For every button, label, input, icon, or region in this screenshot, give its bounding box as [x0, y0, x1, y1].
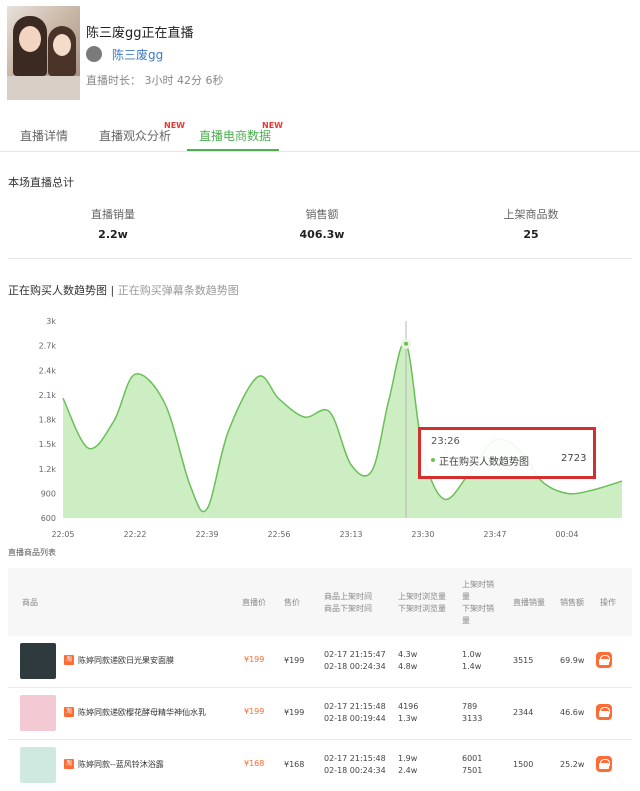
- revenue: 46.6w: [560, 708, 585, 717]
- y-tick-label: 900: [41, 489, 56, 498]
- th-price: 售价: [284, 598, 300, 607]
- avatar[interactable]: [86, 46, 102, 62]
- y-tick-label: 2.4k: [39, 366, 57, 375]
- tab-ecommerce-data[interactable]: 直播电商数据: [199, 127, 271, 144]
- stream-duration: 直播时长： 3小时 42分 6秒: [86, 74, 224, 87]
- stat-label-sales: 直播销量: [91, 208, 135, 221]
- shelf-times: 02-17 21:15:48 02-18 00:19:44: [324, 702, 386, 723]
- x-tick-label: 23:47: [483, 530, 506, 539]
- product-name[interactable]: 陈婷同款--蓝风铃沐浴露: [78, 759, 164, 770]
- y-tick-label: 3k: [46, 317, 56, 326]
- product-table: 商品 直播价 售价 商品上架时间 商品下架时间 上架时浏览量 下架时浏览量 上架…: [8, 568, 632, 791]
- y-tick-label: 1.8k: [39, 416, 57, 425]
- divider: [8, 258, 632, 259]
- y-tick-label: 2.7k: [39, 342, 57, 351]
- summary-title: 本场直播总计: [8, 176, 74, 189]
- x-tick-label: 23:30: [411, 530, 434, 539]
- table-row[interactable]: 淘 陈婷同款递欧樱花酵母精华神仙水乳 ¥199 ¥199 02-17 21:15…: [8, 688, 632, 740]
- th-time: 商品上架时间 商品下架时间: [324, 592, 372, 613]
- sale-price: ¥168: [284, 760, 305, 769]
- live-price: ¥199: [244, 707, 265, 716]
- shelf-views: 1.9w 2.4w: [398, 754, 418, 775]
- chart-link-separator: |: [110, 284, 115, 297]
- active-tab-indicator: [187, 149, 279, 151]
- y-tick-label: 1.5k: [39, 440, 57, 449]
- taobao-tag: 淘: [64, 707, 74, 717]
- sale-price: ¥199: [284, 656, 305, 665]
- th-shelf-sales: 上架时销 量 下架时销 量: [462, 580, 494, 625]
- tooltip-series-dot: [431, 458, 435, 462]
- shelf-views: 4196 1.3w: [398, 702, 419, 723]
- shelf-sales: 6001 7501: [462, 754, 483, 775]
- taobao-tag: 淘: [64, 655, 74, 665]
- shopping-bag-icon[interactable]: [596, 704, 612, 720]
- shelf-sales: 789 3133: [462, 702, 483, 723]
- product-list-title: 直播商品列表: [8, 548, 56, 557]
- x-tick-label: 22:39: [195, 530, 218, 539]
- stat-label-revenue: 销售额: [305, 208, 339, 221]
- product-image[interactable]: [20, 695, 56, 731]
- stream-header: 陈三废gg正在直播 陈三废gg 直播时长： 3小时 42分 6秒: [0, 0, 640, 110]
- shelf-times: 02-17 21:15:47 02-18 00:24:34: [324, 650, 386, 671]
- live-sales: 2344: [513, 708, 534, 717]
- tooltip-value: 2723: [561, 453, 587, 464]
- y-tick-label: 1.2k: [39, 465, 57, 474]
- table-row[interactable]: 淘 陈婷同款递欧日光果安面膜 ¥199 ¥199 02-17 21:15:47 …: [8, 636, 632, 688]
- chart-link-buyers[interactable]: 正在购买人数趋势图: [8, 284, 107, 297]
- live-price: ¥199: [244, 655, 265, 664]
- th-views: 上架时浏览量 下架时浏览量: [398, 592, 446, 613]
- sale-price: ¥199: [284, 708, 305, 717]
- live-sales: 3515: [513, 656, 534, 665]
- tab-audience-analysis[interactable]: 直播观众分析: [99, 127, 171, 144]
- product-image[interactable]: [20, 643, 56, 679]
- shelf-views: 4.3w 4.8w: [398, 650, 418, 671]
- new-badge: NEW: [164, 121, 185, 130]
- tab-live-details[interactable]: 直播详情: [20, 127, 68, 144]
- th-live-sales: 直播销量: [513, 598, 545, 607]
- th-action: 操作: [600, 598, 616, 607]
- chart-link-danmaku[interactable]: 正在购买弹幕条数趋势图: [118, 284, 239, 297]
- x-tick-label: 22:05: [51, 530, 74, 539]
- product-name[interactable]: 陈婷同款递欧樱花酵母精华神仙水乳: [78, 707, 206, 718]
- stat-value-sales: 2.2w: [98, 228, 128, 241]
- live-price: ¥168: [244, 759, 265, 768]
- stat-label-products: 上架商品数: [503, 208, 559, 221]
- y-tick-label: 2.1k: [39, 391, 57, 400]
- stat-value-products: 25: [523, 228, 539, 241]
- revenue: 25.2w: [560, 760, 585, 769]
- streamer-name-link[interactable]: 陈三废gg: [112, 46, 163, 63]
- tooltip-series-label: 正在购买人数趋势图: [439, 457, 529, 468]
- x-tick-label: 22:22: [123, 530, 146, 539]
- tooltip-time: 23:26: [431, 436, 460, 447]
- product-name[interactable]: 陈婷同款递欧日光果安面膜: [78, 655, 174, 666]
- tab-bar: 直播详情 直播观众分析 NEW 直播电商数据 NEW: [0, 118, 640, 152]
- stat-value-revenue: 406.3w: [299, 228, 345, 241]
- chart-switcher: 正在购买人数趋势图 | 正在购买弹幕条数趋势图: [8, 282, 239, 298]
- x-tick-label: 22:56: [267, 530, 290, 539]
- product-image[interactable]: [20, 747, 56, 783]
- shopping-bag-icon[interactable]: [596, 756, 612, 772]
- shelf-sales: 1.0w 1.4w: [462, 650, 482, 671]
- table-header: 商品 直播价 售价 商品上架时间 商品下架时间 上架时浏览量 下架时浏览量 上架…: [8, 568, 632, 636]
- th-revenue: 销售额: [560, 598, 584, 607]
- shopping-bag-icon[interactable]: [596, 652, 612, 668]
- x-tick-label: 00:04: [555, 530, 578, 539]
- revenue: 69.9w: [560, 656, 585, 665]
- y-tick-label: 600: [41, 514, 56, 523]
- new-badge: NEW: [262, 121, 283, 130]
- live-sales: 1500: [513, 760, 534, 769]
- chart-tooltip: 23:26 正在购买人数趋势图 2723: [418, 427, 596, 479]
- shelf-times: 02-17 21:15:48 02-18 00:24:34: [324, 754, 386, 775]
- stream-title: 陈三废gg正在直播: [86, 26, 194, 41]
- hover-point: [401, 338, 412, 349]
- buyers-trend-chart[interactable]: 600 900 1.2k 1.5k 1.8k 2.1k 2.4k 2.7k 3k 22:05 22:…: [0, 305, 640, 545]
- table-row[interactable]: 淘 陈婷同款--蓝风铃沐浴露 ¥168 ¥168 02-17 21:15:48 …: [8, 740, 632, 791]
- th-live-price: 直播价: [242, 598, 266, 607]
- x-tick-label: 23:13: [339, 530, 362, 539]
- stream-thumbnail[interactable]: [7, 6, 80, 100]
- taobao-tag: 淘: [64, 759, 74, 769]
- th-product: 商品: [22, 598, 38, 607]
